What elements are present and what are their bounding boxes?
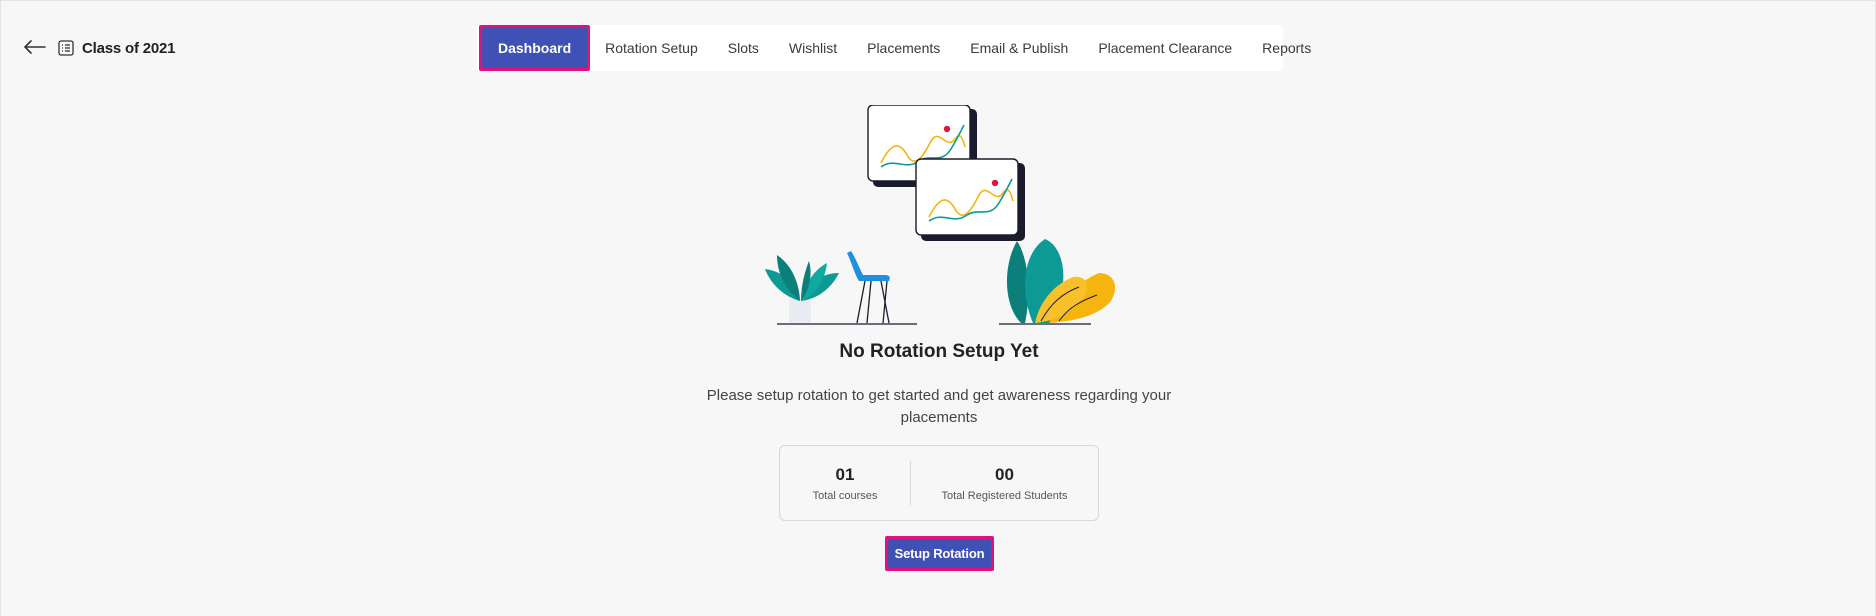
tab-reports[interactable]: Reports bbox=[1247, 25, 1326, 71]
chart-card-front bbox=[915, 158, 1025, 241]
arrow-left-icon bbox=[24, 40, 46, 54]
empty-state-title: No Rotation Setup Yet bbox=[839, 341, 1039, 362]
potted-plant bbox=[765, 255, 839, 323]
stat-total-registered-students: 00 Total Registered Students bbox=[911, 465, 1098, 502]
page-title: Class of 2021 bbox=[82, 39, 176, 57]
page-title-group: Class of 2021 bbox=[58, 37, 175, 59]
bush bbox=[1006, 239, 1116, 323]
tab-wishlist[interactable]: Wishlist bbox=[774, 25, 852, 71]
app-frame: Class of 2021 Dashboard Rotation Setup S… bbox=[0, 0, 1876, 616]
tab-placement-clearance[interactable]: Placement Clearance bbox=[1083, 25, 1247, 71]
stat-total-courses: 01 Total courses bbox=[780, 465, 910, 502]
stat-label: Total courses bbox=[812, 489, 878, 502]
tab-rotation-setup[interactable]: Rotation Setup bbox=[590, 25, 713, 71]
tab-dashboard[interactable]: Dashboard bbox=[479, 25, 591, 71]
back-button[interactable] bbox=[23, 37, 47, 57]
tab-slots[interactable]: Slots bbox=[713, 25, 774, 71]
setup-rotation-button[interactable]: Setup Rotation bbox=[885, 536, 994, 571]
empty-state-illustration bbox=[765, 105, 1116, 325]
top-nav-tabs: Dashboard Rotation Setup Slots Wishlist … bbox=[477, 25, 1311, 71]
tab-placements[interactable]: Placements bbox=[852, 25, 955, 71]
stat-label: Total Registered Students bbox=[941, 489, 1068, 502]
stat-value: 01 bbox=[835, 464, 855, 484]
stats-card: 01 Total courses 00 Total Registered Stu… bbox=[779, 445, 1099, 521]
empty-state-description: Please setup rotation to get started and… bbox=[706, 387, 1172, 426]
stat-value: 00 bbox=[995, 464, 1014, 484]
chair bbox=[847, 251, 890, 324]
tab-email-publish[interactable]: Email & Publish bbox=[955, 25, 1083, 71]
list-icon bbox=[58, 40, 74, 56]
